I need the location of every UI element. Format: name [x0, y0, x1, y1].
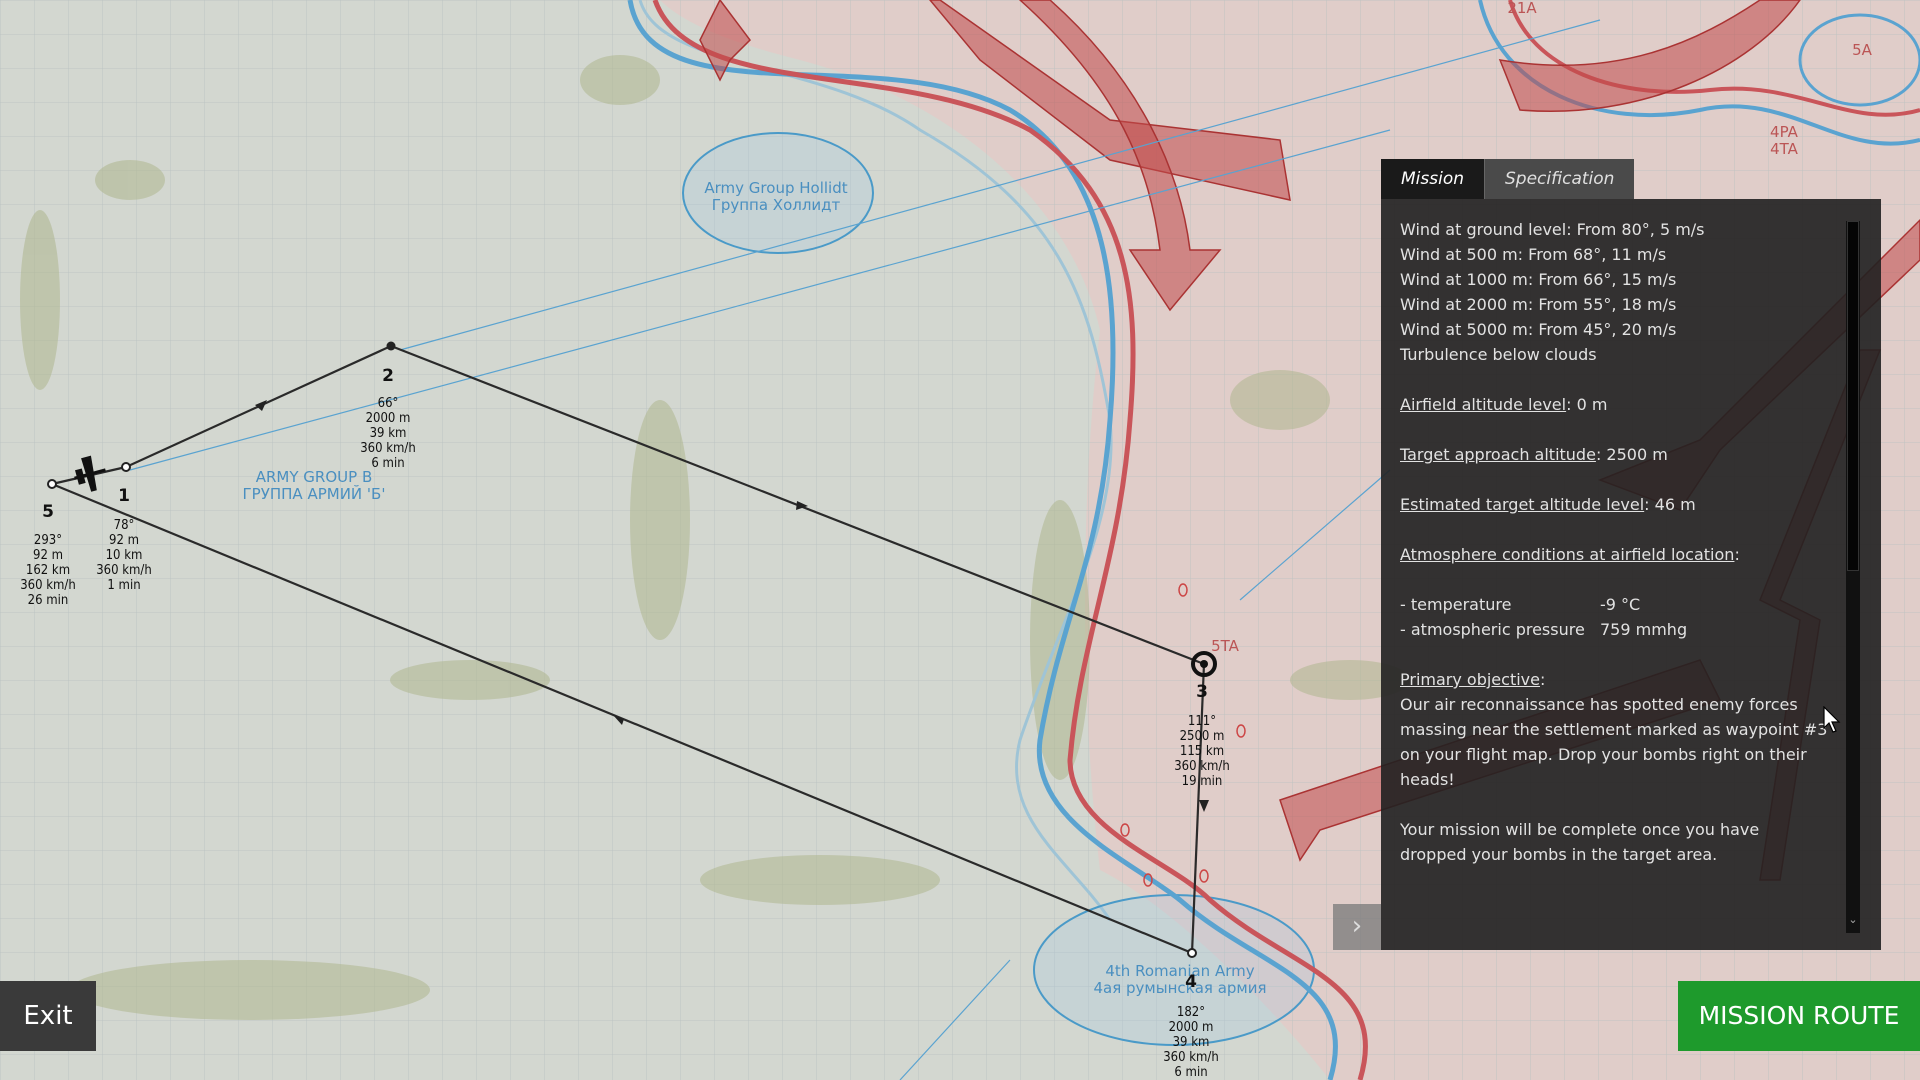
front-label-4pa: 4PA [1770, 123, 1798, 141]
scroll-down-icon[interactable]: ⌄ [1846, 911, 1860, 929]
wind-line: Wind at 1000 m: From 66°, 15 m/s [1400, 270, 1677, 289]
airfield-altitude: Airfield altitude level: 0 m [1400, 395, 1608, 414]
wind-line: Wind at 2000 m: From 55°, 18 m/s [1400, 295, 1677, 314]
briefing-text: Wind at ground level: From 80°, 5 m/s Wi… [1400, 217, 1830, 867]
wind-line: Wind at 5000 m: From 45°, 20 m/s [1400, 320, 1677, 339]
briefing-tabs: Mission Specification [1381, 159, 1635, 199]
objective-heading: Primary objective: [1400, 670, 1546, 689]
approach-altitude: Target approach altitude: 2500 m [1400, 445, 1668, 464]
mission-briefing-panel: Wind at ground level: From 80°, 5 m/s Wi… [1381, 199, 1881, 950]
front-label-4ta: 4TA [1770, 140, 1798, 158]
tab-mission[interactable]: Mission [1381, 159, 1485, 199]
wind-line: Wind at 500 m: From 68°, 11 m/s [1400, 245, 1667, 264]
target-altitude: Estimated target altitude level: 46 m [1400, 495, 1696, 514]
front-label-5ta: 5TA [1211, 637, 1239, 655]
exit-button[interactable]: Exit [0, 981, 96, 1051]
romanian-army-label: 4th Romanian Army 4ая румынская армия [1093, 962, 1267, 997]
wind-line: Wind at ground level: From 80°, 5 m/s [1400, 220, 1705, 239]
waypoint-4-number: 4 [1185, 972, 1197, 992]
waypoint-5-number: 5 [42, 502, 54, 522]
tab-specification[interactable]: Specification [1484, 159, 1635, 199]
pressure-row: - atmospheric pressure 759 mmhg [1400, 620, 1688, 639]
temperature-row: - temperature -9 °C [1400, 595, 1641, 614]
front-label-21a: 21A [1507, 0, 1537, 17]
objective-text: Our air reconnaissance has spotted enemy… [1400, 695, 1828, 789]
scrollbar[interactable] [1846, 221, 1860, 933]
completion-text: Your mission will be complete once you h… [1400, 820, 1760, 864]
army-group-b-label: ARMY GROUP B ГРУППА АРМИЙ 'Б' [242, 468, 386, 503]
waypoint-3-info: 111° 2500 m 115 km 360 km/h 19 min [1174, 714, 1230, 789]
waypoint-1-info: 78° 92 m 10 km 360 km/h 1 min [96, 518, 152, 593]
scrollbar-thumb[interactable] [1847, 221, 1859, 571]
waypoint-1-number: 1 [118, 486, 130, 506]
mouse-cursor-icon [1823, 706, 1841, 733]
waypoint-2-info: 66° 2000 m 39 km 360 km/h 6 min [360, 396, 416, 471]
collapse-panel-button[interactable]: › [1333, 904, 1381, 950]
waypoint-4-info: 182° 2000 m 39 km 360 km/h 6 min [1163, 1005, 1219, 1080]
atmosphere-heading: Atmosphere conditions at airfield locati… [1400, 545, 1740, 564]
mission-route-button[interactable]: MISSION ROUTE [1678, 981, 1920, 1051]
army-group-hollidt-label: Army Group Hollidt Группа Холлидт [704, 179, 848, 214]
turbulence-line: Turbulence below clouds [1400, 345, 1597, 364]
chevron-right-icon: › [1351, 911, 1363, 941]
waypoint-3-number: 3 [1196, 682, 1208, 702]
waypoint-2-number: 2 [382, 366, 394, 386]
front-label-5a: 5A [1852, 41, 1872, 59]
waypoint-5-info: 293° 92 m 162 km 360 km/h 26 min [20, 533, 76, 608]
